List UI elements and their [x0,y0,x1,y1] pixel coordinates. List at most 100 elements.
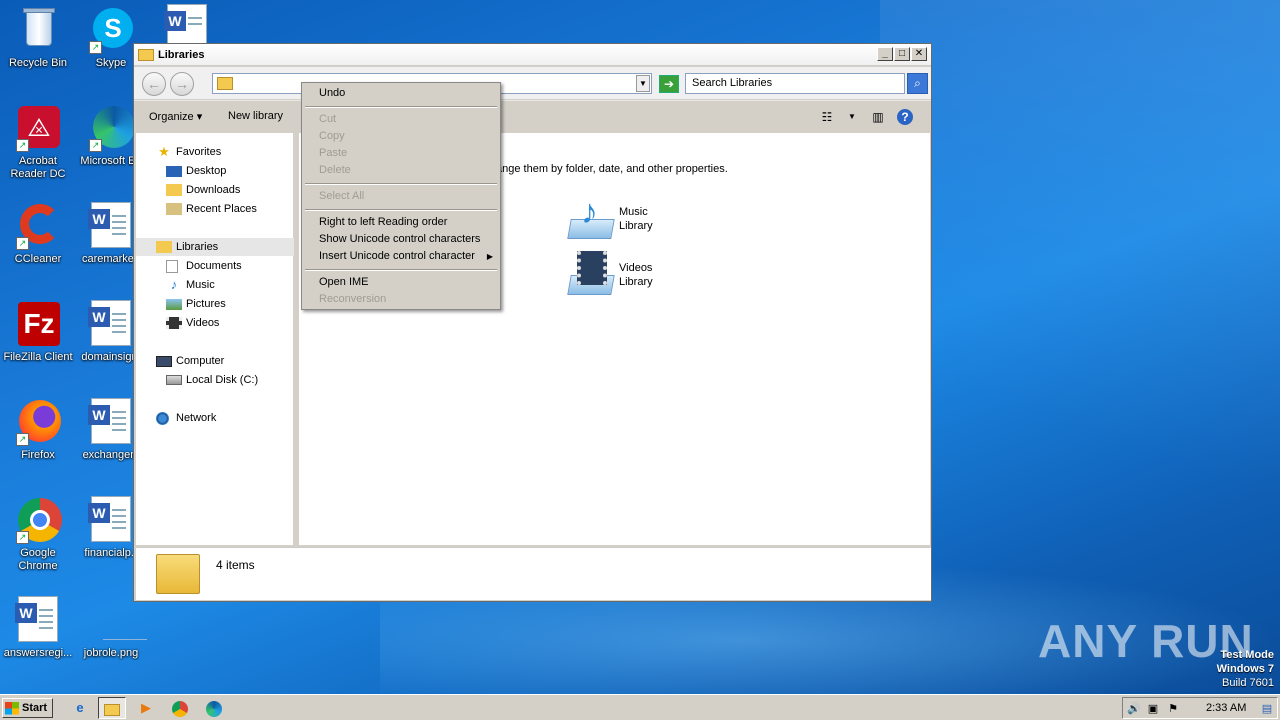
nav-item-computer[interactable]: Computer [136,352,294,370]
pictures-icon [166,298,182,310]
videos-library-item[interactable]: Videos Library [567,251,653,297]
desktop-icon-label: Google Chrome [18,547,58,572]
context-menu: Undo Cut Copy Paste Delete Select All Ri… [301,82,501,310]
menu-item-paste: Paste [319,147,348,159]
recycle-bin-icon [14,6,62,54]
menu-item-rtl-reading-order[interactable]: Right to left Reading order [319,216,447,228]
volume-icon[interactable]: 🔊 [1126,701,1142,717]
music-library-item[interactable]: ♪ Music Library [567,195,653,241]
nav-item-documents[interactable]: Documents [136,257,294,275]
submenu-arrow-icon: ▶ [486,252,493,261]
nav-item-desktop[interactable]: Desktop [136,162,294,180]
image-file-icon [87,596,147,644]
chrome-icon: ↗ [14,496,62,544]
preview-pane-icon[interactable]: ▥ [869,109,887,125]
word-document-icon: W [87,202,135,250]
film-icon [166,317,182,329]
title-bar[interactable]: Libraries _ □ ✕ [134,44,931,66]
desktop-icon-recycle-bin[interactable]: Recycle Bin [0,6,76,70]
show-desktop-icon[interactable]: ▤ [1259,701,1275,717]
menu-item-copy: Copy [319,130,345,142]
menu-separator [305,183,497,185]
nav-item-downloads[interactable]: Downloads [136,181,294,199]
windows-logo-icon [5,701,19,715]
maximize-button[interactable]: □ [894,47,910,61]
desktop-icon-ccleaner[interactable]: ↗ CCleaner [0,202,76,266]
videos-library-icon [567,251,615,297]
word-document-icon: W [87,300,135,348]
desktop-icon-chrome[interactable]: ↗ Google Chrome [0,496,76,573]
nav-item-pictures[interactable]: Pictures [136,295,294,313]
network-tray-icon[interactable]: ▣ [1145,701,1161,717]
new-library-button[interactable]: New library [228,110,283,122]
minimize-button[interactable]: _ [877,47,893,61]
shortcut-arrow-icon: ↗ [16,531,29,544]
menu-item-show-unicode[interactable]: Show Unicode control characters [319,233,480,245]
back-button[interactable]: ← [142,72,166,96]
desktop-icon [166,165,182,177]
music-library-sublabel: Library [619,220,653,232]
explorer-window[interactable]: Libraries _ □ ✕ ← → ▼ ➔ Search Libraries… [133,43,932,602]
menu-item-undo[interactable]: Undo [319,87,345,99]
libraries-icon [217,77,233,90]
start-button[interactable]: Start [2,698,53,718]
menu-item-insert-unicode[interactable]: Insert Unicode control character [319,250,475,262]
address-bar: ← → ▼ ➔ Search Libraries ⌕ [134,67,931,99]
search-icon[interactable]: ⌕ [907,73,928,94]
taskbar-media-player-icon[interactable]: ▶ [132,697,160,719]
desktop-icon-answersregi[interactable]: W answersregi... [0,596,76,660]
nav-item-music[interactable]: ♪ Music [136,276,294,294]
desktop-icon-label: Firefox [21,449,55,461]
action-center-flag-icon[interactable]: ⚑ [1165,701,1181,717]
view-options-icon[interactable]: ☷ [818,109,836,125]
desktop-icon-acrobat[interactable]: ⨻ ↗ Acrobat Reader DC [0,104,76,181]
desktop-icon-jobrole[interactable]: jobrole.png [73,596,149,660]
clock[interactable]: 2:33 AM [1206,702,1246,714]
nav-item-favorites[interactable]: ★ Favorites [136,143,294,161]
shortcut-arrow-icon: ↗ [89,41,102,54]
item-count: 4 items [216,558,255,572]
desktop-icon-firefox[interactable]: ↗ Firefox [0,398,76,462]
nav-item-local-disk[interactable]: Local Disk (C:) [136,371,294,389]
computer-icon [156,355,172,367]
taskbar-explorer-icon[interactable] [98,697,126,719]
music-library-icon: ♪ [567,195,615,241]
system-tray: 🔊 ▣ ⚑ 2:33 AM ▤ [1122,697,1278,719]
desktop-icon-label: answersregi... [3,647,73,659]
documents-icon [166,259,178,273]
close-button[interactable]: ✕ [911,47,927,61]
libraries-large-icon [156,554,200,594]
ccleaner-icon: ↗ [14,202,62,250]
skype-icon: S ↗ [87,6,135,54]
edge-icon: ↗ [87,104,135,152]
taskbar-chrome-icon[interactable] [166,697,194,719]
nav-item-videos[interactable]: Videos [136,314,294,332]
libraries-icon [156,241,172,253]
nav-item-network[interactable]: Network [136,409,294,427]
desktop-icon-filezilla[interactable]: Fz FileZilla Client [0,300,76,364]
taskbar: Start e ▶ 🔊 ▣ ⚑ 2:33 AM ▤ [0,694,1280,720]
taskbar-ie-icon[interactable]: e [66,697,94,719]
address-dropdown-button[interactable]: ▼ [636,75,650,92]
search-input[interactable]: Search Libraries [685,73,905,94]
menu-item-open-ime[interactable]: Open IME [319,276,369,288]
navigation-pane: ★ Favorites Desktop Downloads Recent Pla… [136,133,296,545]
desktop-icon-label: jobrole.png [83,647,139,659]
menu-item-delete: Delete [319,164,351,176]
organize-button[interactable]: Organize ▾ [149,110,202,123]
recent-places-icon [166,203,182,215]
nav-item-libraries[interactable]: Libraries [136,238,294,256]
help-icon[interactable]: ? [897,109,913,125]
star-icon: ★ [158,144,170,159]
nav-item-recent-places[interactable]: Recent Places [136,200,294,218]
go-button[interactable]: ➔ [659,75,679,93]
view-dropdown-icon[interactable]: ▼ [843,109,861,125]
shortcut-arrow-icon: ↗ [89,139,102,152]
menu-separator [305,269,497,271]
folder-icon [138,48,154,61]
taskbar-edge-icon[interactable] [200,697,228,719]
forward-button[interactable]: → [170,72,194,96]
details-pane: 4 items [136,547,931,600]
music-note-icon: ♪ [170,277,178,292]
shortcut-arrow-icon: ↗ [16,433,29,446]
